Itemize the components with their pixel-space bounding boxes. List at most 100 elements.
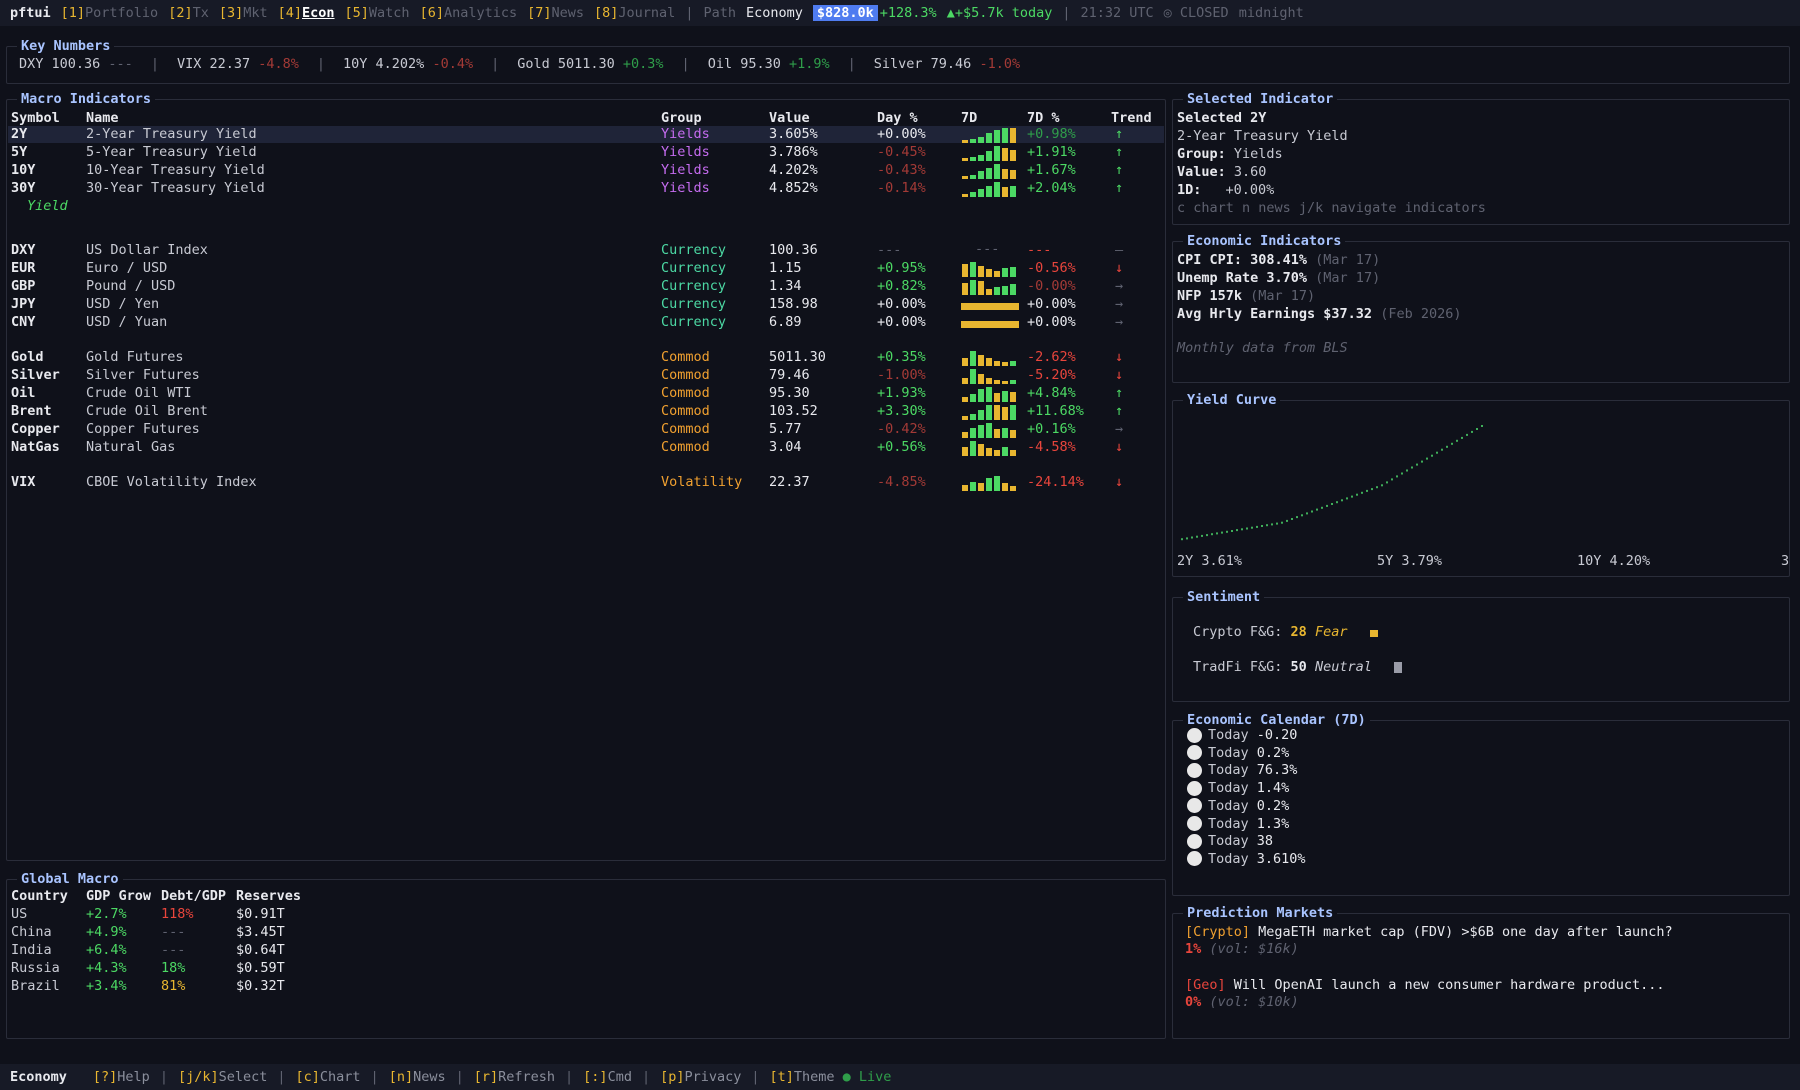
tab-watch[interactable]: [5]Watch <box>345 5 410 21</box>
yield-curve-point <box>1241 528 1243 531</box>
prediction-probability: 1% <box>1185 941 1210 957</box>
indicator-name: 2-Year Treasury Yield <box>86 126 257 142</box>
macro-row-brent[interactable]: Brent Crude Oil Brent Commod 103.52 +3.30% +1… <box>8 403 1164 420</box>
divider: | <box>455 1069 464 1085</box>
tab-news[interactable]: [7]News <box>527 5 584 21</box>
macro-row-10y[interactable]: 10Y 10-Year Treasury Yield Yields 4.202% -0.… <box>8 162 1164 179</box>
macro-row-5y[interactable]: 5Y 5-Year Treasury Yield Yields 3.786% -0.45… <box>8 144 1164 161</box>
col-spark: 7D <box>961 110 978 126</box>
economic-indicator: Avg Hrly Earnings $37.32 (Feb 2026) <box>1177 306 1461 323</box>
calendar-event[interactable]: Today 3.610% <box>1187 851 1306 868</box>
tab-portfolio[interactable]: [1]Portfolio <box>61 5 159 21</box>
event-impact-icon <box>1187 833 1202 849</box>
keybind-key: [c] <box>295 1069 320 1085</box>
separator: | <box>1062 5 1071 21</box>
yield-curve-point <box>1421 460 1423 463</box>
week-change: +0.00% <box>1027 314 1076 330</box>
symbol: 10Y <box>11 162 36 178</box>
reserves: $3.45T <box>236 924 285 940</box>
global-macro-row-brazil[interactable]: Brazil +3.4% 81% $0.32T <box>7 978 1165 995</box>
week-change: +2.04% <box>1027 180 1076 196</box>
selected-day: +0.00% <box>1225 182 1275 198</box>
value: 5011.30 <box>769 349 826 365</box>
tab-mkt[interactable]: [3]Mkt <box>219 5 268 21</box>
tab-analytics[interactable]: [6]Analytics <box>420 5 518 21</box>
macro-row-silver[interactable]: Silver Silver Futures Commod 79.46 -1.00% -5.… <box>8 367 1164 384</box>
yield-curve-point <box>1371 488 1373 491</box>
event-impact-icon <box>1187 762 1202 778</box>
calendar-event[interactable]: Today 76.3% <box>1187 762 1297 779</box>
economic-note: Monthly data from BLS <box>1177 340 1348 356</box>
event-day: Today <box>1208 815 1257 832</box>
spark-bar <box>1010 486 1016 491</box>
spark-bar <box>1010 430 1016 438</box>
calendar-event[interactable]: Today -0.20 <box>1187 727 1297 744</box>
global-macro-row-us[interactable]: US +2.7% 118% $0.91T <box>7 906 1165 923</box>
key-number-label: Gold <box>517 56 558 72</box>
yield-curve-point <box>1206 534 1208 537</box>
economic-indicator: NFP 157k (Mar 17) <box>1177 288 1315 305</box>
keybind-help[interactable]: [?]Help <box>93 1069 150 1085</box>
live-indicator: ● Live <box>842 1069 892 1085</box>
macro-row-natgas[interactable]: NatGas Natural Gas Commod 3.04 +0.56% -4.58% ↓ <box>8 439 1164 456</box>
spark-bar <box>994 361 1000 366</box>
spark-bar <box>970 175 976 179</box>
global-macro-row-russia[interactable]: Russia +4.3% 18% $0.59T <box>7 960 1165 977</box>
calendar-event[interactable]: Today 0.2% <box>1187 745 1289 762</box>
tab-econ[interactable]: [4]Econ <box>278 5 335 21</box>
keybind-news[interactable]: [n]News <box>389 1069 446 1085</box>
keybind-select[interactable]: [j/k]Select <box>178 1069 267 1085</box>
tab-tx[interactable]: [2]Tx <box>168 5 209 21</box>
macro-row-jpy[interactable]: JPY USD / Yen Currency 158.98 +0.00% +0.00% → <box>8 296 1164 313</box>
spark-bar <box>994 380 1000 384</box>
macro-row-oil[interactable]: Oil Crude Oil WTI Commod 95.30 +1.93% +4.84% ↑ <box>8 385 1164 402</box>
tab-label: Analytics <box>443 5 518 21</box>
spark-bar <box>970 157 976 161</box>
keybind-key: [r] <box>473 1069 499 1085</box>
global-macro-row-india[interactable]: India +6.4% --- $0.64T <box>7 942 1165 959</box>
calendar-event[interactable]: Today 0.2% <box>1187 798 1289 815</box>
macro-row-copper[interactable]: Copper Copper Futures Commod 5.77 -0.42% +0.1… <box>8 421 1164 438</box>
macro-row-gbp[interactable]: GBP Pound / USD Currency 1.34 +0.82% -0.00% → <box>8 278 1164 295</box>
calendar-event[interactable]: Today 1.3% <box>1187 816 1289 833</box>
spark-bar <box>962 283 968 295</box>
tab-journal[interactable]: [8]Journal <box>594 5 675 21</box>
debt-to-gdp: 81% <box>161 978 186 994</box>
macro-row-dxy[interactable]: DXY US Dollar Index Currency 100.36 --- --- --… <box>8 241 1164 259</box>
calendar-event[interactable]: Today 1.4% <box>1187 780 1289 797</box>
selected-symbol: 2Y <box>1250 110 1267 126</box>
week-change: -2.62% <box>1027 349 1076 365</box>
economic-indicator-label: Avg Hrly Earnings $37.32 <box>1177 306 1381 322</box>
yield-curve-point <box>1466 433 1468 436</box>
global-macro-row-china[interactable]: China +4.9% --- $3.45T <box>7 924 1165 941</box>
divider: | <box>370 1069 379 1085</box>
macro-row-cny[interactable]: CNY USD / Yuan Currency 6.89 +0.00% +0.00% → <box>8 314 1164 331</box>
keybind-theme[interactable]: [t]Theme <box>770 1069 835 1085</box>
macro-row-30y[interactable]: 30Y 30-Year Treasury Yield Yields 4.852% -0.… <box>8 180 1164 197</box>
keybind-refresh[interactable]: [r]Refresh <box>474 1069 555 1085</box>
indicator-name: Pound / USD <box>86 278 176 294</box>
macro-row-eur[interactable]: EUR Euro / USD Currency 1.15 +0.95% -0.56% ↓ <box>8 260 1164 277</box>
crypto-fg-value: 28 <box>1290 624 1307 640</box>
yield-curve-point <box>1346 497 1348 500</box>
divider: | <box>751 1069 760 1085</box>
key-number-label: 10Y <box>343 56 376 72</box>
keybind-cmd[interactable]: [:]Cmd <box>583 1069 632 1085</box>
prediction-question[interactable]: [Geo] Will OpenAI launch a new consumer … <box>1185 977 1665 994</box>
keybind-label: Privacy <box>684 1069 742 1085</box>
yield-curve-point <box>1331 503 1333 505</box>
macro-row-vix[interactable]: VIX CBOE Volatility Index Volatility 22.37 -… <box>8 474 1164 491</box>
week-change: -5.20% <box>1027 367 1076 383</box>
sparkline: --- <box>961 241 1019 259</box>
calendar-event[interactable]: Today 38 <box>1187 833 1273 850</box>
keybind-chart[interactable]: [c]Chart <box>296 1069 361 1085</box>
path-value: Economy <box>745 5 803 21</box>
keybind-privacy[interactable]: [p]Privacy <box>660 1069 741 1085</box>
event-value: 38 <box>1256 833 1274 850</box>
macro-row-2y[interactable]: 2Y 2-Year Treasury Yield Yields 3.605% +0.00… <box>8 126 1164 143</box>
yield-curve-point <box>1296 516 1298 519</box>
macro-row-gold[interactable]: Gold Gold Futures Commod 5011.30 +0.35% -2.62… <box>8 349 1164 366</box>
symbol: 2Y <box>11 126 28 142</box>
yield-curve-point <box>1471 430 1473 433</box>
prediction-question[interactable]: [Crypto] MegaETH market cap (FDV) >$6B o… <box>1185 924 1673 941</box>
